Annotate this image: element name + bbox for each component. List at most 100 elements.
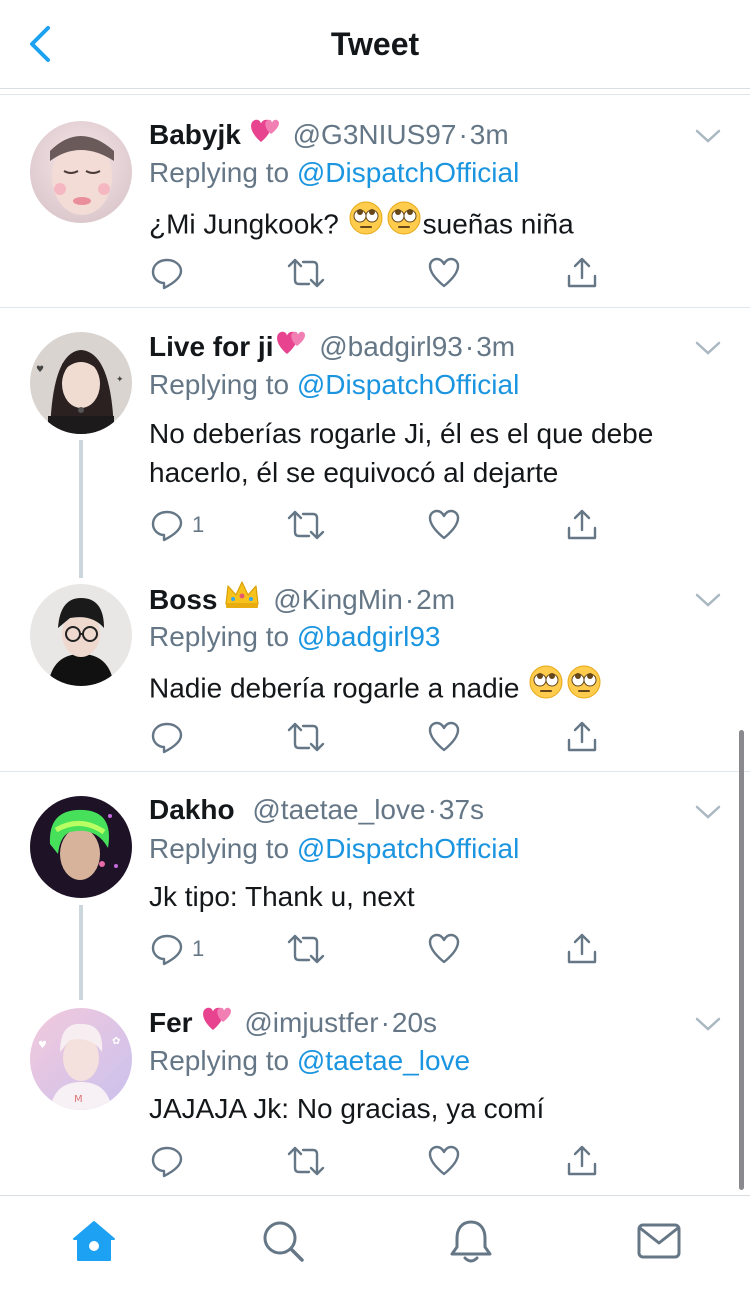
eye-roll-emoji-icon (349, 201, 383, 245)
search-icon (263, 1221, 304, 1262)
svg-text:✿: ✿ (112, 1036, 120, 1047)
heart-icon (428, 257, 460, 288)
avatar[interactable] (30, 121, 132, 223)
tweet-actions: 1 (150, 505, 610, 545)
tweet-actions (150, 1141, 610, 1181)
timestamp[interactable]: 3m (470, 119, 509, 150)
display-name[interactable]: Babyjk (149, 119, 241, 150)
timestamp[interactable]: 3m (476, 331, 515, 362)
messages-icon (637, 1223, 681, 1259)
mention-link[interactable]: @taetae_love (297, 1045, 470, 1076)
tab-search[interactable] (258, 1216, 308, 1266)
reply-button[interactable] (150, 253, 192, 293)
like-button[interactable] (427, 505, 461, 545)
share-button[interactable] (565, 929, 599, 969)
mention-link[interactable]: @DispatchOfficial (297, 833, 519, 864)
user-handle[interactable]: @badgirl93 (319, 331, 463, 362)
share-button[interactable] (565, 505, 599, 545)
like-button[interactable] (427, 1141, 461, 1181)
tweet-menu-caret[interactable] (694, 590, 722, 610)
user-handle[interactable]: @taetae_love (252, 794, 425, 825)
like-button[interactable] (427, 929, 461, 969)
eye-roll-emoji-icon (529, 665, 563, 709)
share-icon (567, 933, 597, 964)
reply-button[interactable] (150, 717, 192, 757)
like-button[interactable] (427, 253, 461, 293)
scrollbar[interactable] (739, 730, 744, 1190)
user-handle[interactable]: @imjustfer (244, 1007, 378, 1038)
reply-button[interactable] (150, 1141, 192, 1181)
display-name[interactable]: Boss (149, 584, 217, 615)
display-name[interactable]: Dakho (149, 794, 235, 825)
retweet-button[interactable] (287, 1141, 325, 1181)
avatar[interactable]: ♥ ✿ M (30, 1008, 132, 1110)
tweet-header: Babyjk @G3NIUS97·3m (149, 114, 690, 154)
avatar[interactable] (30, 584, 132, 686)
tweet-header: Boss @KingMin·2m (149, 578, 690, 618)
sparkling-heart-icon (273, 326, 307, 366)
like-button[interactable] (427, 717, 461, 757)
tweet-header: Fer @imjustfer·20s (149, 1002, 690, 1042)
display-name[interactable]: Live for ji (149, 331, 273, 362)
reply-count: 1 (192, 512, 205, 537)
divider (0, 94, 750, 95)
tweet-text: Nadie debería rogarle a nadie (149, 665, 719, 715)
mention-link[interactable]: @badgirl93 (297, 621, 441, 652)
chevron-down-icon (695, 341, 721, 355)
chevron-down-icon (695, 593, 721, 607)
sparkling-heart-icon (199, 1002, 233, 1042)
replying-to: Replying to @badgirl93 (149, 621, 441, 652)
tweet-babyjk[interactable]: Babyjk @G3NIUS97·3m Replying to @Dispatc… (0, 96, 750, 307)
timestamp[interactable]: 2m (416, 584, 455, 615)
retweet-button[interactable] (287, 929, 325, 969)
timestamp[interactable]: 20s (392, 1007, 437, 1038)
share-button[interactable] (565, 717, 599, 757)
avatar[interactable] (30, 796, 132, 898)
tweet-menu-caret[interactable] (694, 338, 722, 358)
mention-link[interactable]: @DispatchOfficial (297, 157, 519, 188)
tab-messages[interactable] (634, 1216, 684, 1266)
mention-link[interactable]: @DispatchOfficial (297, 369, 519, 400)
replying-to: Replying to @DispatchOfficial (149, 157, 520, 188)
tweet-actions: 1 (150, 929, 610, 969)
tab-home[interactable] (69, 1216, 119, 1266)
user-handle[interactable]: @G3NIUS97 (293, 119, 457, 150)
replying-to: Replying to @DispatchOfficial (149, 369, 520, 400)
tweet-menu-caret[interactable] (694, 126, 722, 146)
retweet-button[interactable] (287, 505, 325, 545)
tweet-live-for-ji[interactable]: ♥ ✦ Live for ji @badgirl93·3m Replying to… (0, 308, 750, 564)
timestamp[interactable]: 37s (439, 794, 484, 825)
retweet-button[interactable] (287, 717, 325, 757)
display-name[interactable]: Fer (149, 1007, 193, 1038)
reply-bubble-icon (151, 722, 183, 754)
chevron-down-icon (695, 805, 721, 819)
user-handle[interactable]: @KingMin (273, 584, 403, 615)
tweet-fer[interactable]: ♥ ✿ M Fer @imjustfer·20s Replying to @taet… (0, 990, 750, 1195)
share-icon (567, 1145, 597, 1176)
tweet-menu-caret[interactable] (694, 1014, 722, 1034)
tweet-text: ¿Mi Jungkook? sueñas niña (149, 201, 719, 251)
crown-icon (223, 578, 261, 618)
reply-button[interactable]: 1 (150, 505, 204, 545)
tweet-dakho[interactable]: Dakho @taetae_love·37s Replying to @Disp… (0, 772, 750, 990)
share-icon (567, 257, 597, 288)
tab-notifications[interactable] (446, 1216, 496, 1266)
replying-to: Replying to @taetae_love (149, 1045, 471, 1076)
tweet-actions (150, 717, 610, 757)
eye-roll-emoji-icon (387, 201, 421, 245)
avatar[interactable]: ♥ ✦ (30, 332, 132, 434)
heart-icon (428, 933, 460, 964)
tweet-text: No deberías rogarle Ji, él es el que deb… (149, 418, 654, 488)
svg-text:✦: ✦ (116, 375, 124, 385)
tweet-boss[interactable]: Boss @KingMin·2m Replying to @badgirl93 … (0, 564, 750, 771)
retweet-button[interactable] (287, 253, 325, 293)
reply-button[interactable]: 1 (150, 929, 204, 969)
tweet-menu-caret[interactable] (694, 802, 722, 822)
tweet-text: JAJAJA Jk: No gracias, ya comí (149, 1093, 545, 1124)
svg-text:M: M (74, 1094, 83, 1105)
bottom-tab-bar (0, 1195, 750, 1295)
share-button[interactable] (565, 1141, 599, 1181)
svg-text:♥: ♥ (36, 365, 44, 375)
share-button[interactable] (565, 253, 599, 293)
chevron-down-icon (695, 1017, 721, 1031)
